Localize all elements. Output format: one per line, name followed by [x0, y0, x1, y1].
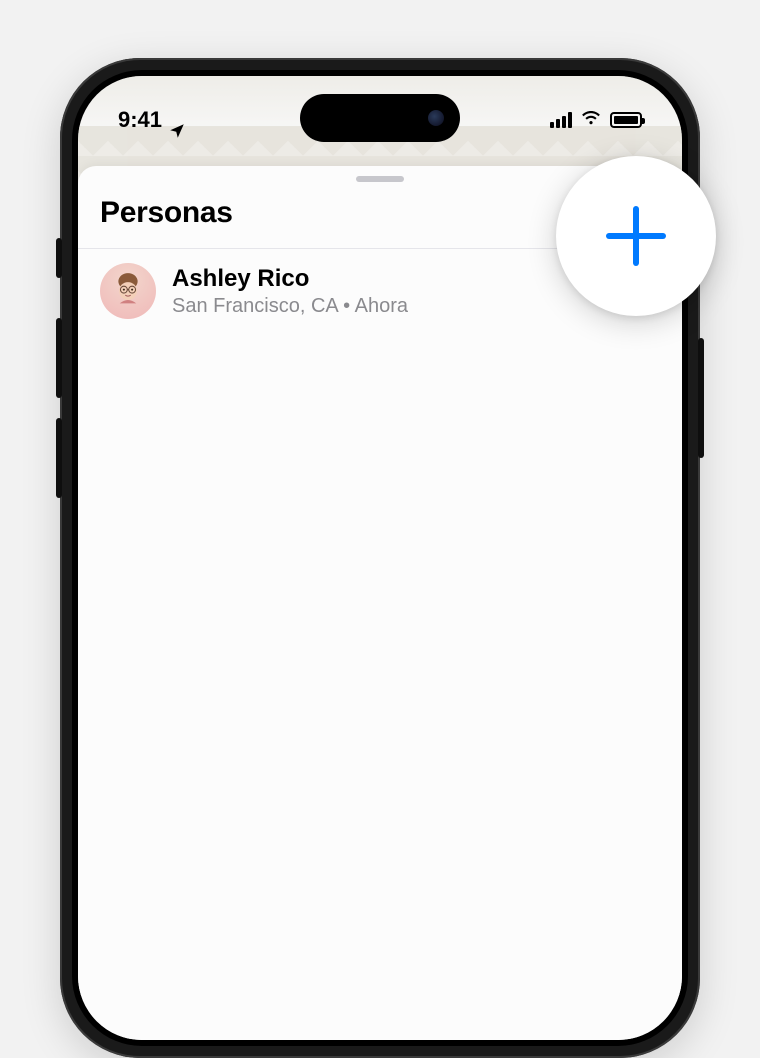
side-button [56, 418, 62, 498]
add-person-button[interactable] [556, 156, 716, 316]
sheet-title: Personas [100, 196, 233, 230]
side-button [56, 318, 62, 398]
dynamic-island [300, 94, 460, 142]
camera-dot [428, 110, 444, 126]
person-location-time: San Francisco, CA • Ahora [172, 295, 596, 318]
battery-icon [610, 112, 642, 128]
avatar [100, 263, 156, 319]
side-button [56, 238, 62, 278]
status-time: 9:41 [118, 107, 162, 133]
plus-icon [606, 206, 666, 266]
cellular-signal-icon [550, 112, 572, 128]
side-button [698, 338, 704, 458]
wifi-icon [580, 106, 602, 134]
person-name: Ashley Rico [172, 265, 596, 293]
